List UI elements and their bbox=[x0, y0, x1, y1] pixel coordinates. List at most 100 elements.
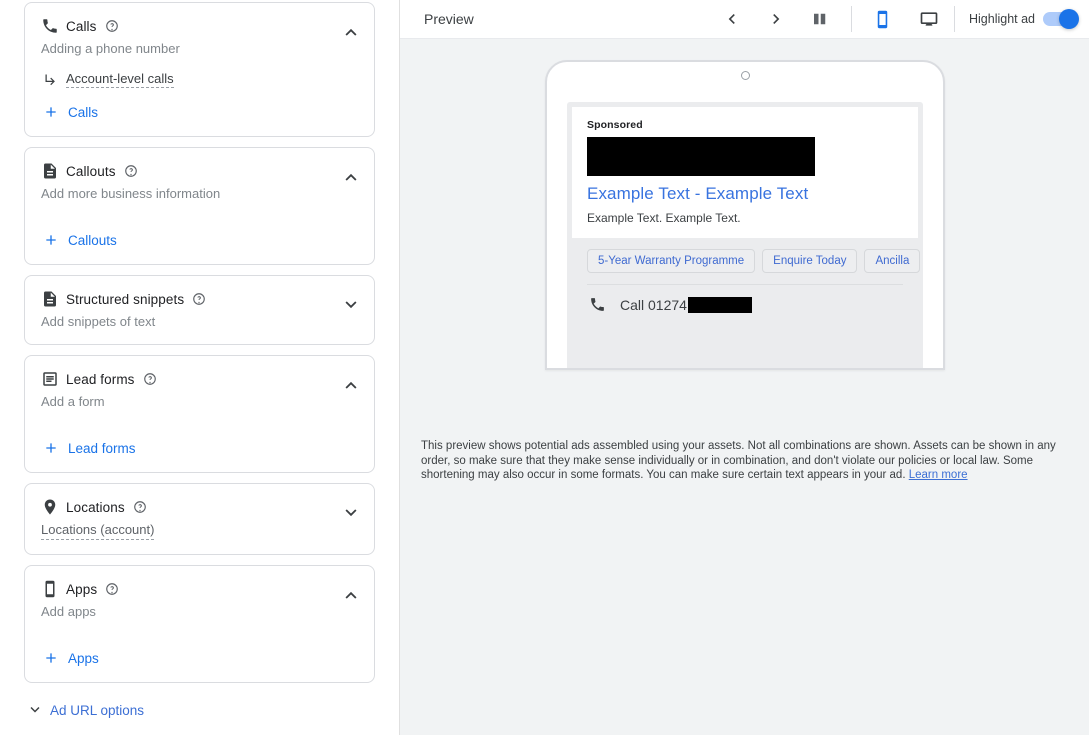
description-icon bbox=[41, 290, 59, 308]
plus-icon bbox=[43, 440, 59, 456]
expand-structured-snippets-chevron-down-icon[interactable] bbox=[340, 294, 362, 316]
add-calls-label: Calls bbox=[68, 104, 99, 120]
card-header: Lead forms bbox=[41, 370, 358, 388]
ad-url-options-label: Ad URL options bbox=[50, 702, 145, 718]
card-title: Calls bbox=[66, 18, 97, 34]
card-header: Callouts bbox=[41, 162, 358, 180]
preview-canvas: Sponsored Example Text - Example Text Ex… bbox=[400, 39, 1089, 735]
call-label: Call 01274 bbox=[620, 296, 752, 313]
learn-more-link[interactable]: Learn more bbox=[909, 469, 968, 481]
desktop-device-icon bbox=[920, 12, 938, 26]
asset-card-lead-forms[interactable]: Lead forms Add a form Lead forms bbox=[24, 355, 375, 473]
highlight-ad-label: Highlight ad bbox=[968, 12, 1035, 26]
help-circle-icon[interactable] bbox=[105, 582, 119, 596]
asset-editor-screen: Calls Adding a phone number Account-leve… bbox=[0, 0, 1089, 735]
sitelink-row: 5-Year Warranty Programme Enquire Today … bbox=[572, 238, 921, 273]
redacted-advertiser-banner bbox=[587, 137, 815, 176]
assets-sidebar: Calls Adding a phone number Account-leve… bbox=[0, 0, 400, 735]
redacted-phone-number bbox=[687, 296, 752, 313]
device-screen: Sponsored Example Text - Example Text Ex… bbox=[567, 102, 923, 368]
account-level-calls-row[interactable]: Account-level calls bbox=[41, 71, 358, 88]
sitelink-button[interactable]: Enquire Today bbox=[762, 249, 858, 273]
plus-icon bbox=[43, 650, 59, 666]
account-level-calls-link[interactable]: Account-level calls bbox=[66, 71, 174, 88]
chevron-right-icon bbox=[773, 14, 780, 24]
ad-url-options-toggle[interactable]: Ad URL options bbox=[24, 701, 375, 719]
card-subtitle: Adding a phone number bbox=[41, 41, 180, 56]
card-subtitle-locations-account[interactable]: Locations (account) bbox=[41, 521, 155, 540]
mobile-phone-icon bbox=[41, 580, 59, 598]
card-title: Locations bbox=[66, 499, 125, 515]
help-circle-icon[interactable] bbox=[192, 292, 206, 306]
compare-view-button[interactable] bbox=[805, 4, 835, 34]
add-callouts-button[interactable]: Callouts bbox=[41, 202, 358, 264]
expand-locations-chevron-down-icon[interactable] bbox=[340, 502, 362, 524]
asset-card-apps[interactable]: Apps Add apps Apps bbox=[24, 565, 375, 683]
chevron-left-icon bbox=[728, 14, 735, 24]
next-preview-button[interactable] bbox=[761, 4, 791, 34]
help-circle-icon[interactable] bbox=[124, 164, 138, 178]
ad-description: Example Text. Example Text. bbox=[587, 211, 741, 225]
chevron-down-icon bbox=[26, 701, 44, 719]
add-apps-button[interactable]: Apps bbox=[41, 620, 358, 682]
help-circle-icon[interactable] bbox=[105, 19, 119, 33]
collapse-callouts-chevron-up-icon[interactable] bbox=[340, 166, 362, 188]
add-calls-button[interactable]: Calls bbox=[41, 88, 358, 136]
collapse-lead-forms-chevron-up-icon[interactable] bbox=[340, 374, 362, 396]
card-subtitle: Add apps bbox=[41, 604, 96, 619]
plus-icon bbox=[43, 232, 59, 248]
card-header: Locations bbox=[41, 498, 358, 516]
collapse-apps-chevron-up-icon[interactable] bbox=[340, 584, 362, 606]
previous-preview-button[interactable] bbox=[717, 4, 747, 34]
phone-icon bbox=[41, 17, 59, 35]
asset-card-structured-snippets[interactable]: Structured snippets Add snippets of text bbox=[24, 275, 375, 345]
asset-card-calls[interactable]: Calls Adding a phone number Account-leve… bbox=[24, 2, 375, 137]
asset-card-callouts[interactable]: Callouts Add more business information C… bbox=[24, 147, 375, 265]
description-icon bbox=[41, 162, 59, 180]
add-apps-label: Apps bbox=[68, 650, 99, 666]
card-subtitle: Add a form bbox=[41, 394, 105, 409]
card-title: Structured snippets bbox=[66, 291, 185, 307]
sitelink-button[interactable]: Ancilla bbox=[864, 249, 921, 273]
list-alt-icon bbox=[41, 370, 59, 388]
card-subtitle: Add more business information bbox=[41, 186, 221, 201]
toggle-knob bbox=[1059, 9, 1079, 29]
sponsored-label: Sponsored bbox=[587, 119, 643, 131]
plus-icon bbox=[43, 104, 59, 120]
card-subtitle: Add snippets of text bbox=[41, 314, 156, 329]
card-title: Callouts bbox=[66, 163, 116, 179]
desktop-preview-button[interactable] bbox=[914, 4, 944, 34]
call-label-text: Call 01274 bbox=[620, 296, 687, 313]
mobile-device-frame: Sponsored Example Text - Example Text Ex… bbox=[545, 60, 945, 370]
call-extension-row[interactable]: Call 01274 bbox=[572, 285, 918, 313]
ad-headline[interactable]: Example Text - Example Text bbox=[587, 183, 903, 205]
help-circle-icon[interactable] bbox=[143, 372, 157, 386]
sitelink-button[interactable]: 5-Year Warranty Programme bbox=[587, 249, 756, 273]
help-circle-icon[interactable] bbox=[133, 500, 147, 514]
mobile-preview-button[interactable] bbox=[868, 4, 898, 34]
card-header: Apps bbox=[41, 580, 358, 598]
phone-icon bbox=[589, 296, 606, 313]
collapse-calls-chevron-up-icon[interactable] bbox=[340, 21, 362, 43]
page-title: Preview bbox=[424, 11, 474, 27]
card-title: Apps bbox=[66, 581, 98, 597]
toolbar-divider bbox=[850, 6, 852, 32]
device-camera-dot bbox=[740, 71, 750, 80]
add-callouts-label: Callouts bbox=[68, 232, 117, 248]
toolbar-divider-2 bbox=[953, 6, 955, 32]
ad-preview-card: Sponsored Example Text - Example Text Ex… bbox=[572, 107, 918, 238]
card-header: Calls bbox=[41, 17, 358, 35]
preview-disclaimer: This preview shows potential ads assembl… bbox=[421, 439, 1059, 483]
add-lead-forms-label: Lead forms bbox=[68, 440, 136, 456]
add-lead-forms-button[interactable]: Lead forms bbox=[41, 410, 358, 472]
preview-panel: Preview Highlight ad Sponsored Example T… bbox=[400, 0, 1089, 735]
mobile-device-icon bbox=[878, 10, 888, 28]
highlight-ad-toggle[interactable] bbox=[1043, 9, 1079, 29]
card-title: Lead forms bbox=[66, 371, 135, 387]
card-header: Structured snippets bbox=[41, 290, 358, 308]
subdirectory-arrow-icon bbox=[43, 72, 58, 87]
asset-card-locations[interactable]: Locations Locations (account) bbox=[24, 483, 375, 555]
split-view-icon bbox=[813, 13, 826, 25]
location-pin-icon bbox=[41, 498, 59, 516]
preview-toolbar: Preview Highlight ad bbox=[400, 0, 1089, 39]
